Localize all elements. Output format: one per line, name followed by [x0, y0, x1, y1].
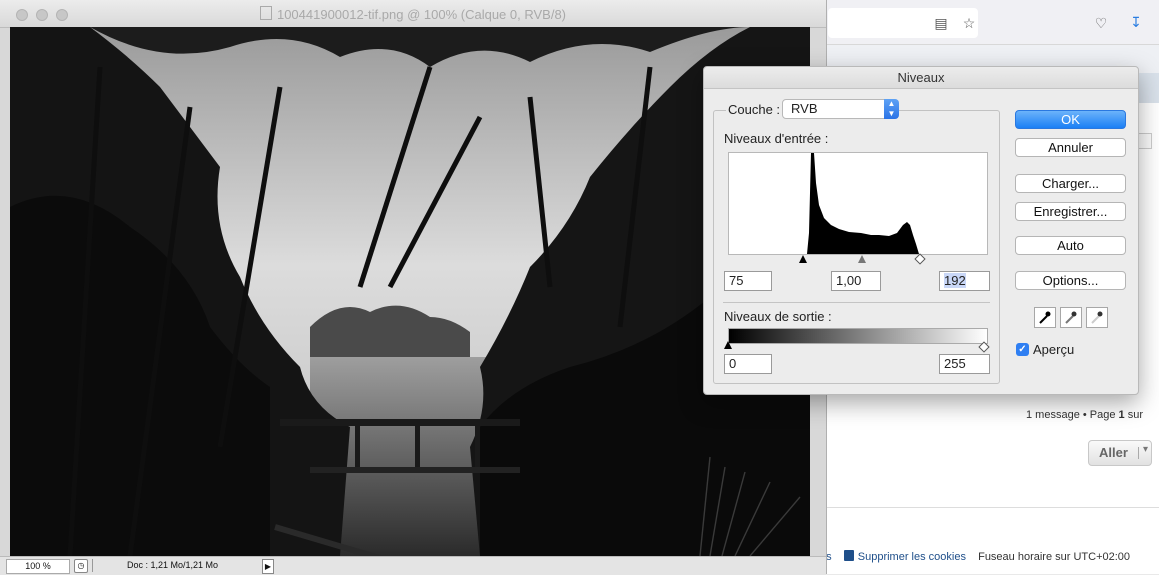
- channel-value: RVB: [791, 101, 818, 116]
- save-label: Enregistrer...: [1033, 204, 1108, 219]
- triangle-right-icon[interactable]: ▶: [262, 559, 274, 574]
- channel-label: Couche :: [726, 102, 783, 117]
- divider: [820, 507, 1159, 508]
- input-white-field[interactable]: 192: [939, 271, 990, 291]
- ok-label: OK: [1061, 112, 1080, 127]
- download-icon[interactable]: ↧: [1127, 13, 1145, 31]
- output-levels-label: Niveaux de sortie :: [724, 309, 832, 324]
- pagination-suffix: sur: [1124, 409, 1143, 421]
- auto-button[interactable]: Auto: [1015, 236, 1126, 255]
- cancel-label: Annuler: [1048, 140, 1093, 155]
- auto-label: Auto: [1057, 238, 1084, 253]
- doc-size-text: Doc : 1,21 Mo/1,21 Mo: [127, 560, 219, 570]
- file-icon: [259, 6, 272, 20]
- photo-forest-lake: [10, 27, 810, 556]
- output-white-value: 255: [944, 356, 966, 371]
- chevron-down-icon[interactable]: ▾: [1143, 444, 1148, 455]
- zoom-value: 100 %: [25, 561, 51, 571]
- status-menu-icon[interactable]: ◷: [74, 559, 88, 573]
- image-canvas[interactable]: [10, 27, 810, 556]
- channel-select[interactable]: RVB: [782, 99, 898, 119]
- white-eyedropper-icon[interactable]: [1086, 307, 1108, 328]
- input-gamma-field[interactable]: 1,00: [831, 271, 881, 291]
- input-black-slider[interactable]: [799, 255, 807, 263]
- output-black-field[interactable]: 0: [724, 354, 772, 374]
- goto-separator: [1138, 447, 1139, 459]
- input-black-value: 75: [729, 273, 744, 288]
- output-black-slider[interactable]: [724, 341, 732, 349]
- levels-divider: [723, 302, 990, 303]
- load-button[interactable]: Charger...: [1015, 174, 1126, 193]
- pagination-prefix: 1 message • Page: [1026, 409, 1119, 421]
- document-title-text: 100441900012-tif.png @ 100% (Calque 0, R…: [276, 7, 567, 22]
- gray-eyedropper-icon[interactable]: [1060, 307, 1082, 328]
- output-gradient-bar: [728, 328, 988, 344]
- black-eyedropper-icon[interactable]: [1034, 307, 1056, 328]
- histogram: [728, 152, 988, 255]
- url-bar[interactable]: ▤ ☆: [828, 8, 978, 38]
- document-title: 100441900012-tif.png @ 100% (Calque 0, R…: [0, 6, 826, 22]
- delete-cookies-link[interactable]: Supprimer les cookies: [858, 551, 966, 563]
- histogram-graph: [807, 153, 919, 254]
- trash-icon: [843, 550, 854, 561]
- bookmark-star-icon[interactable]: ☆: [960, 14, 978, 32]
- options-label: Options...: [1042, 273, 1099, 288]
- browser-toolbar: ▤ ☆ ♡ ↧: [820, 0, 1159, 45]
- levels-title: Niveaux: [897, 70, 945, 85]
- levels-dialog: Niveaux Couche : RVB ▲ ▼ Niveaux d'entrée…: [703, 66, 1139, 395]
- cancel-button[interactable]: Annuler: [1015, 138, 1126, 157]
- document-titlebar[interactable]: 100441900012-tif.png @ 100% (Calque 0, R…: [0, 0, 826, 28]
- goto-label: Aller: [1099, 445, 1128, 460]
- timezone-text: Fuseau horaire sur UTC+02:00: [978, 551, 1131, 563]
- input-gamma-value: 1,00: [836, 273, 862, 288]
- output-white-field[interactable]: 255: [939, 354, 990, 374]
- chevron-updown-icon[interactable]: ▲ ▼: [884, 99, 899, 119]
- options-button[interactable]: Options...: [1015, 271, 1126, 290]
- input-levels-label: Niveaux d'entrée :: [724, 131, 829, 146]
- input-white-value: 192: [944, 273, 966, 288]
- levels-titlebar[interactable]: Niveaux: [704, 67, 1138, 89]
- reader-view-icon[interactable]: ▤: [932, 14, 950, 32]
- preview-checkbox[interactable]: ✓: [1016, 343, 1029, 356]
- preview-label: Aperçu: [1033, 342, 1075, 357]
- load-label: Charger...: [1041, 176, 1100, 191]
- pocket-icon[interactable]: ♡: [1092, 14, 1110, 32]
- input-black-field[interactable]: 75: [724, 271, 772, 291]
- save-button[interactable]: Enregistrer...: [1015, 202, 1126, 221]
- forum-footer: es Supprimer les cookies Fuseau horaire …: [820, 550, 1159, 574]
- ok-button[interactable]: OK: [1015, 110, 1126, 129]
- pagination-info: 1 message • Page 1 sur: [1026, 409, 1159, 421]
- doc-size-info: Doc : 1,21 Mo/1,21 Mo: [92, 559, 263, 572]
- input-gamma-slider[interactable]: [858, 255, 866, 263]
- output-black-value: 0: [729, 356, 737, 371]
- zoom-field[interactable]: 100 %: [6, 559, 70, 574]
- status-bar: 100 % ◷ Doc : 1,21 Mo/1,21 Mo ▶: [0, 556, 826, 575]
